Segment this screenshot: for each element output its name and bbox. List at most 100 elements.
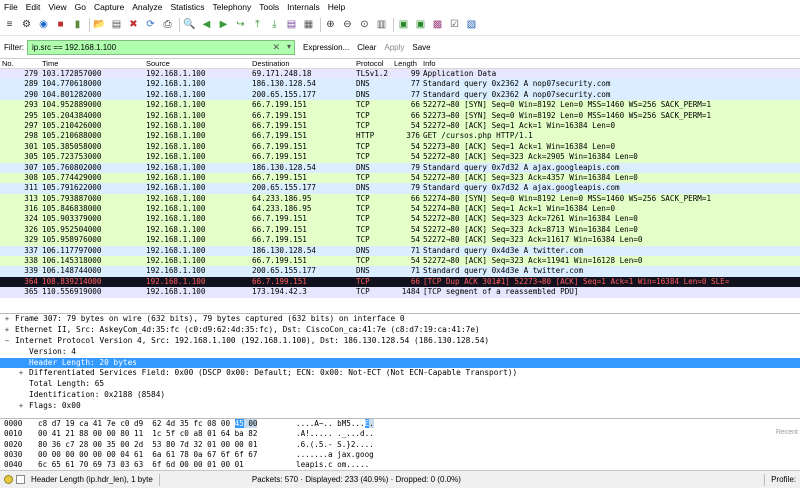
column-header-protocol[interactable]: Protocol — [356, 59, 394, 68]
detail-tree-item[interactable]: + Ethernet II, Src: AskeyCom_4d:35:fc (c0… — [0, 325, 800, 336]
packet-row[interactable]: 311 105.791622000 192.168.1.100 200.65.155.… — [0, 183, 800, 194]
capture-filters-icon[interactable]: ▣ — [397, 18, 410, 31]
packet-bytes-pane[interactable]: 0000 c8 d7 19 ca 41 7e c0 d9 62 4d 35 fc … — [0, 418, 800, 470]
packet-row[interactable]: 307 105.760802000 192.168.1.100 186.130.128… — [0, 162, 800, 173]
column-header-time[interactable]: Time — [40, 59, 146, 68]
filter-history-dropdown-icon[interactable]: ▾ — [287, 42, 291, 51]
packet-row[interactable]: 364 108.839214000 192.168.1.100 66.7.199.15… — [0, 276, 800, 288]
menu-help[interactable]: Help — [328, 2, 345, 12]
last-packet-icon[interactable]: ⤓ — [268, 18, 281, 31]
options-icon[interactable]: ⚙ — [20, 18, 33, 31]
expert-info-icon[interactable] — [4, 475, 13, 484]
menu-capture[interactable]: Capture — [94, 2, 124, 12]
packet-row[interactable]: 279 103.172857000 192.168.1.100 69.171.248.… — [0, 69, 800, 80]
save-button[interactable]: Save — [412, 43, 430, 52]
restart-capture-icon[interactable]: ▮ — [71, 18, 84, 31]
packet-row[interactable]: 339 106.148744000 192.168.1.100 200.65.155.… — [0, 266, 800, 277]
detail-tree-item[interactable]: Total Length: 65 — [0, 379, 800, 390]
expression-button[interactable]: Expression... — [303, 43, 349, 52]
packet-row[interactable]: 293 104.952889000 192.168.1.100 66.7.199.15… — [0, 100, 800, 111]
packet-row[interactable]: 329 105.958976000 192.168.1.100 66.7.199.15… — [0, 235, 800, 246]
packet-row[interactable]: 290 104.801282000 192.168.1.100 200.65.155.… — [0, 89, 800, 101]
detail-tree-item[interactable]: Identification: 0x2188 (8584) — [0, 390, 800, 401]
expand-toggle-icon[interactable]: + — [16, 368, 26, 379]
coloring-rules-icon[interactable]: ▩ — [431, 18, 444, 31]
go-back-icon[interactable]: ◀ — [200, 18, 213, 31]
zoom-out-icon[interactable]: ⊖ — [341, 18, 354, 31]
zoom-in-icon[interactable]: ⊕ — [324, 18, 337, 31]
first-packet-icon[interactable]: ⤒ — [251, 18, 264, 31]
menu-statistics[interactable]: Statistics — [170, 2, 204, 12]
help-icon[interactable]: ▧ — [465, 18, 478, 31]
packet-row[interactable]: 324 105.903379000 192.168.1.100 66.7.199.15… — [0, 214, 800, 225]
packet-row[interactable]: 301 105.385058000 192.168.1.100 66.7.199.15… — [0, 141, 800, 153]
menu-view[interactable]: View — [48, 2, 66, 12]
hex-row[interactable]: 0010 00 41 21 88 00 00 80 11 1c 5f c0 a8 … — [0, 429, 800, 439]
packet-details-pane[interactable]: + Frame 307: 79 bytes on wire (632 bits),… — [0, 313, 800, 417]
expand-toggle-icon[interactable]: + — [2, 314, 12, 325]
menu-go[interactable]: Go — [75, 2, 86, 12]
packet-row[interactable]: 326 105.952504000 192.168.1.100 66.7.199.15… — [0, 224, 800, 236]
normal-size-icon[interactable]: ⊙ — [358, 18, 371, 31]
expand-toggle-icon[interactable]: + — [16, 401, 26, 412]
save-file-icon[interactable]: ▤ — [110, 18, 123, 31]
print-icon[interactable]: ⎙ — [161, 18, 174, 31]
open-file-icon[interactable]: 📂 — [93, 18, 106, 31]
hex-row[interactable]: 0030 00 00 00 00 00 00 04 61 6a 61 78 0a … — [0, 450, 800, 460]
detail-tree-item[interactable]: − Internet Protocol Version 4, Src: 192.1… — [0, 336, 800, 347]
go-forward-icon[interactable]: ▶ — [217, 18, 230, 31]
apply-button[interactable]: Apply — [384, 43, 404, 52]
start-capture-icon[interactable]: ◉ — [37, 18, 50, 31]
detail-tree-item[interactable]: + Differentiated Services Field: 0x00 (DS… — [0, 368, 800, 379]
menu-analyze[interactable]: Analyze — [132, 2, 162, 12]
packet-row[interactable]: 295 105.204384000 192.168.1.100 66.7.199.15… — [0, 110, 800, 121]
detail-tree-item[interactable]: + Frame 307: 79 bytes on wire (632 bits),… — [0, 314, 800, 325]
packet-row[interactable]: 298 105.210688000 192.168.1.100 66.7.199.15… — [0, 131, 800, 142]
packet-row[interactable]: 316 105.846838000 192.168.1.100 64.233.186.… — [0, 204, 800, 215]
hex-row[interactable]: 0000 c8 d7 19 ca 41 7e c0 d9 62 4d 35 fc … — [0, 419, 800, 429]
clear-button[interactable]: Clear — [357, 43, 376, 52]
menu-file[interactable]: File — [4, 2, 18, 12]
find-packet-icon[interactable]: 🔍 — [183, 18, 196, 31]
column-header-destination[interactable]: Destination — [252, 59, 356, 68]
column-header-length[interactable]: Length — [394, 59, 423, 68]
column-header-info[interactable]: Info — [423, 59, 800, 68]
packet-row[interactable]: 337 106.117797000 192.168.1.100 186.130.128… — [0, 245, 800, 257]
packet-row[interactable]: 338 106.145318000 192.168.1.100 66.7.199.15… — [0, 256, 800, 267]
packet-list-pane[interactable]: No. Time Source Destination Protocol Len… — [0, 58, 800, 311]
menu-tools[interactable]: Tools — [259, 2, 279, 12]
expand-toggle-icon[interactable]: − — [2, 336, 12, 347]
packet-row[interactable]: 313 105.793887000 192.168.1.100 64.233.186.… — [0, 193, 800, 205]
capture-comment-icon[interactable] — [16, 475, 25, 484]
packet-row[interactable]: 297 105.210426000 192.168.1.100 66.7.199.15… — [0, 120, 800, 132]
preferences-icon[interactable]: ☑ — [448, 18, 461, 31]
close-file-icon[interactable]: ✖ — [127, 18, 140, 31]
hex-row[interactable]: 0040 6c 65 61 70 69 73 03 63 6f 6d 00 00 … — [0, 460, 800, 470]
toolbar-separator — [179, 17, 180, 32]
stop-capture-icon[interactable]: ■ — [54, 18, 67, 31]
menu-telephony[interactable]: Telephony — [213, 2, 252, 12]
expand-toggle-icon[interactable]: + — [2, 325, 12, 336]
display-filter-input[interactable]: ip.src == 192.168.1.100 ✕ ▾ — [27, 39, 295, 55]
column-header-source[interactable]: Source — [146, 59, 252, 68]
clear-filter-icon[interactable]: ✕ — [272, 42, 280, 53]
display-filters-icon[interactable]: ▣ — [414, 18, 427, 31]
colorize-icon[interactable]: ▤ — [285, 18, 298, 31]
menu-edit[interactable]: Edit — [26, 2, 41, 12]
packet-row[interactable]: 308 105.774429000 192.168.1.100 66.7.199.15… — [0, 172, 800, 184]
resize-columns-icon[interactable]: ▥ — [375, 18, 388, 31]
packet-row[interactable]: 289 104.770618000 192.168.1.100 186.130.128… — [0, 79, 800, 90]
autoscroll-icon[interactable]: ▦ — [302, 18, 315, 31]
detail-tree-item[interactable]: Version: 4 — [0, 347, 800, 358]
status-profile[interactable]: Profile: — [771, 475, 796, 484]
detail-tree-item[interactable]: + Flags: 0x00 — [0, 401, 800, 412]
column-header-no[interactable]: No. — [0, 59, 40, 68]
packet-row[interactable]: 305 105.723753000 192.168.1.100 66.7.199.15… — [0, 152, 800, 163]
hex-row[interactable]: 0020 80 36 c7 28 00 35 00 2d 53 80 7d 32 … — [0, 440, 800, 450]
detail-tree-item[interactable]: Header Length: 20 bytes — [0, 357, 800, 369]
packet-row[interactable]: 365 110.556919000 192.168.1.100 173.194.42.… — [0, 287, 800, 298]
reload-icon[interactable]: ⟳ — [144, 18, 157, 31]
menu-internals[interactable]: Internals — [287, 2, 320, 12]
go-to-packet-icon[interactable]: ↪ — [234, 18, 247, 31]
interfaces-icon[interactable]: ≡ — [3, 18, 16, 31]
